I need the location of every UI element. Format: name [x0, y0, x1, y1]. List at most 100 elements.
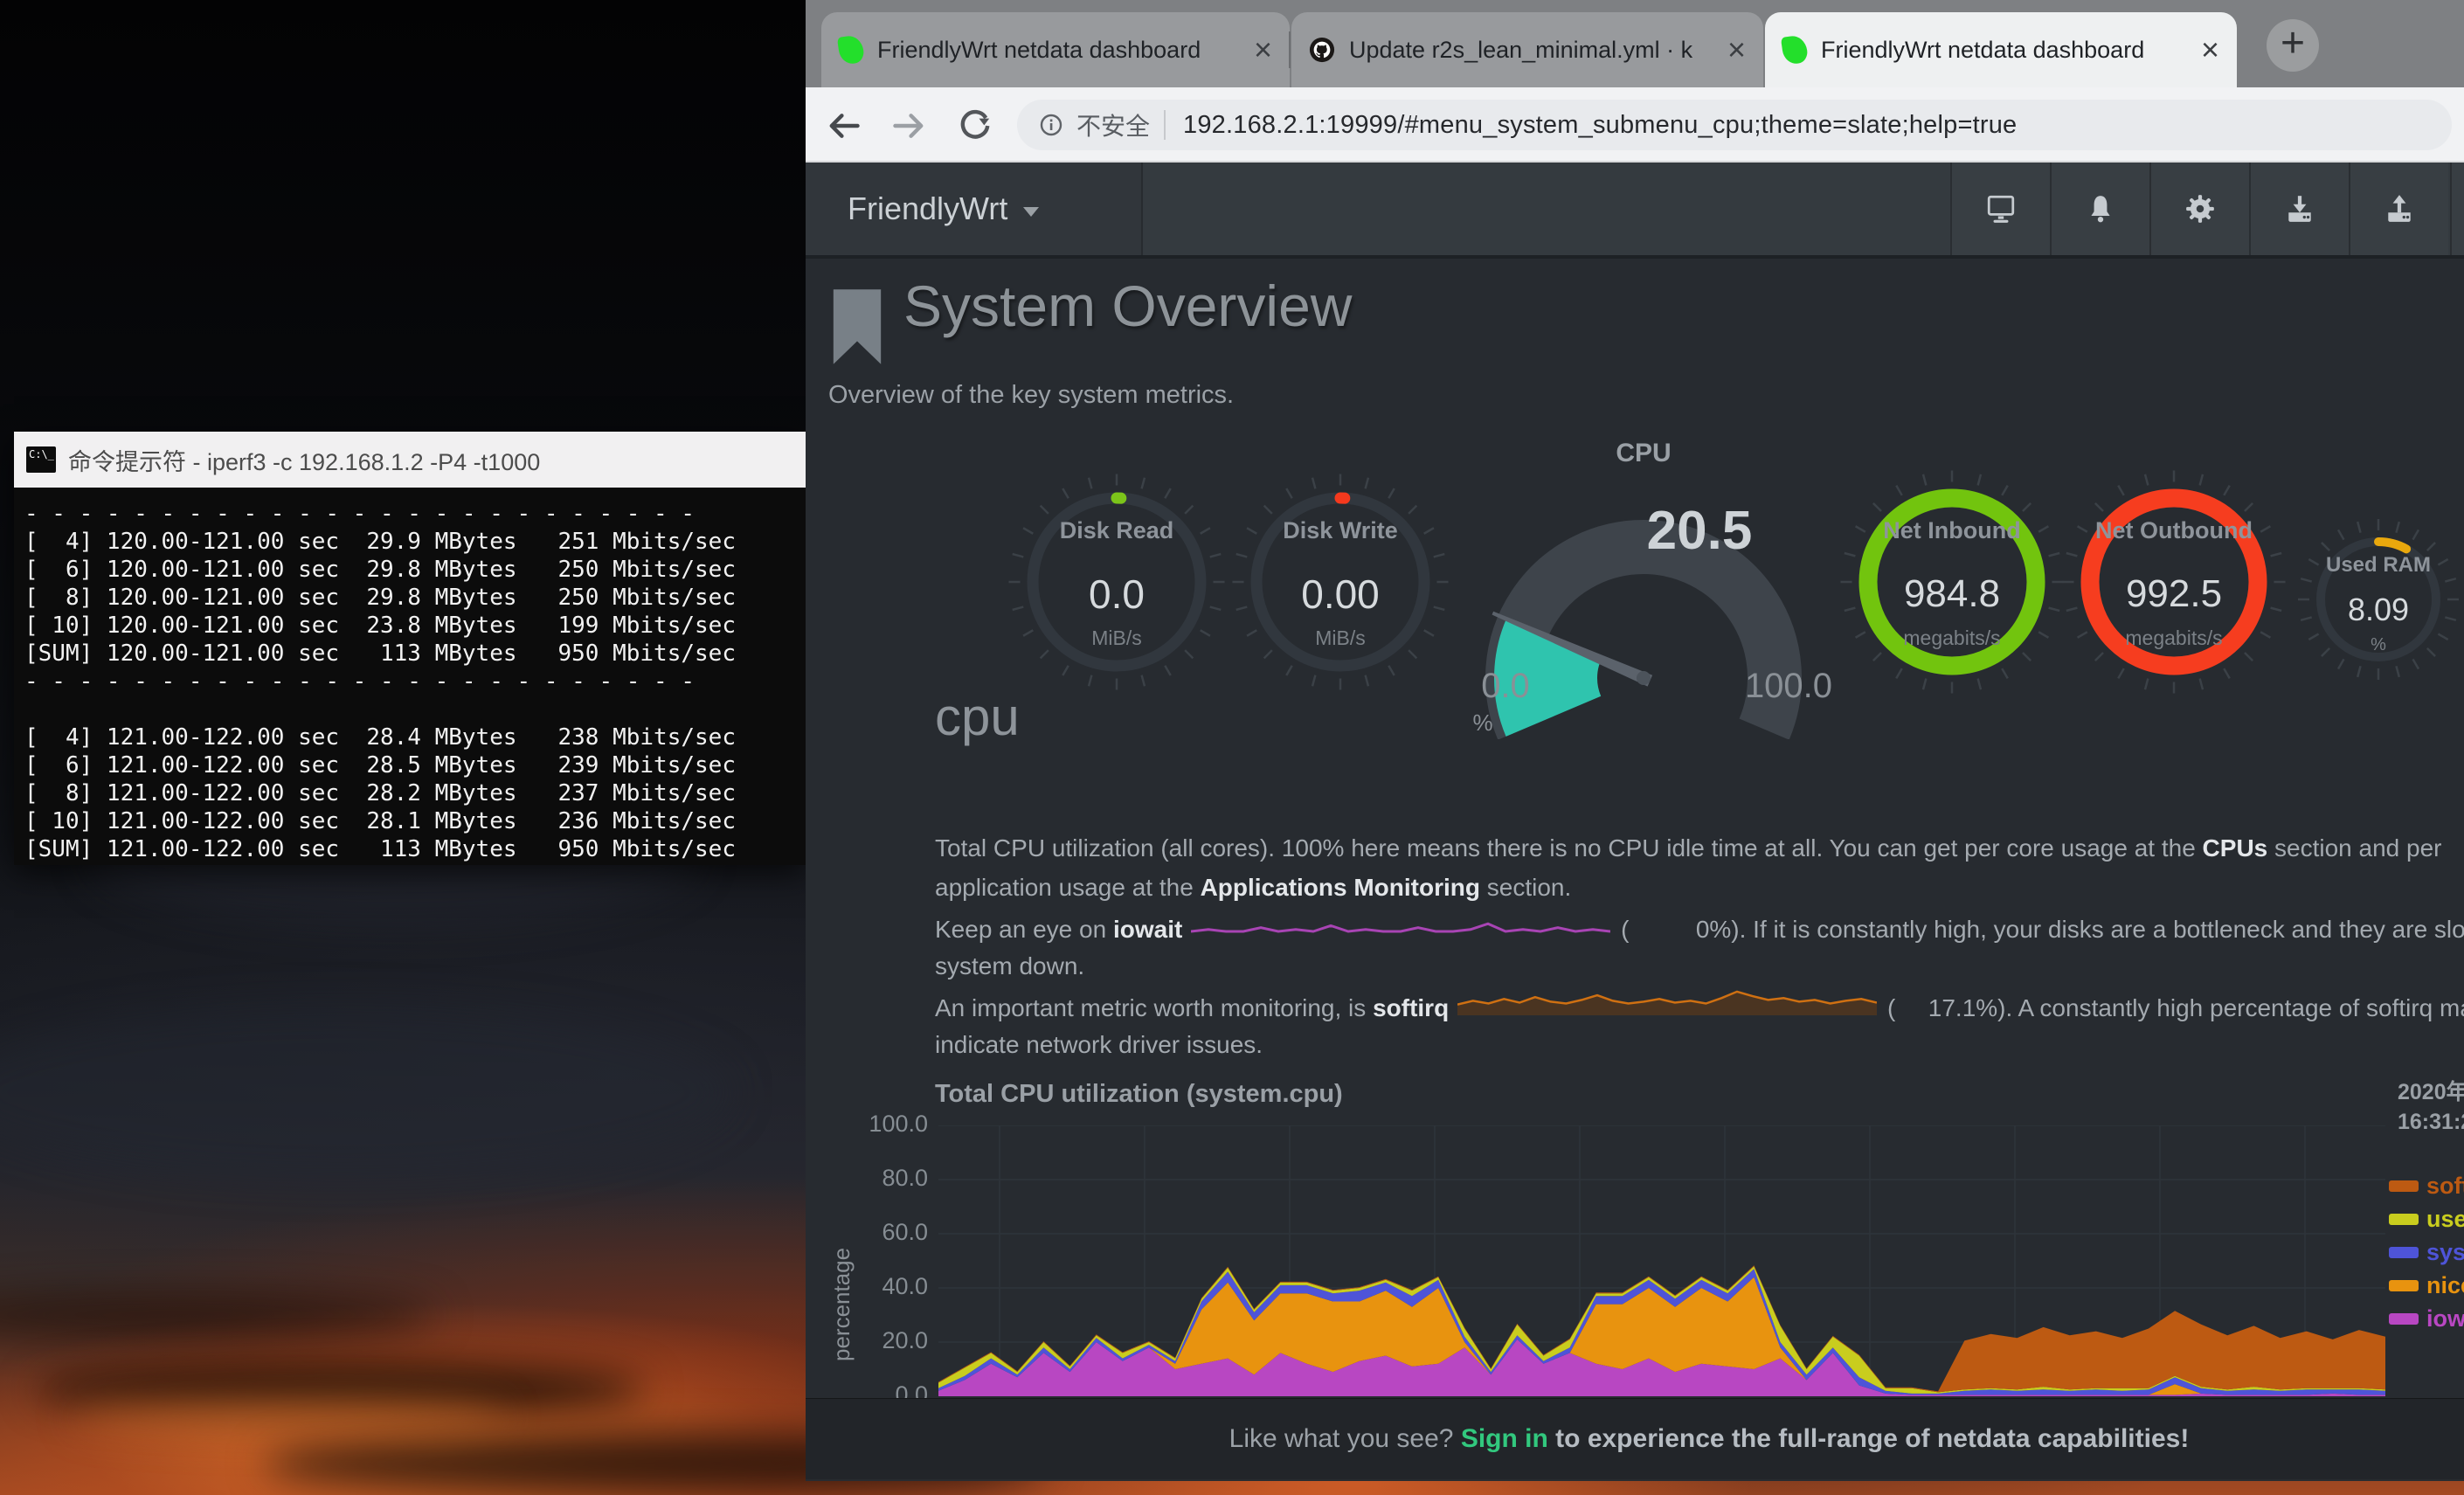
- navbar-button-partial: [2450, 163, 2464, 255]
- banner-text-post: to experience the full-range of netdata …: [1548, 1424, 2190, 1453]
- brand-dropdown[interactable]: FriendlyWrt: [806, 163, 1143, 255]
- netdata-page: FriendlyWrt: [806, 163, 2464, 1481]
- tab-friendlywrt-dashboard-1[interactable]: FriendlyWrt netdata dashboard ×: [821, 12, 1290, 87]
- chart-time: 16:31:25: [2398, 1110, 2464, 1135]
- legend-swatch: [2389, 1180, 2419, 1192]
- legend-item-iowait[interactable]: iowait: [2389, 1302, 2464, 1335]
- download-icon: [2284, 193, 2315, 225]
- svg-text:0.0: 0.0: [1089, 571, 1145, 617]
- svg-text:20.5: 20.5: [1647, 501, 1753, 561]
- upload-icon: [2384, 193, 2415, 225]
- tab-github-update[interactable]: Update r2s_lean_minimal.yml · k ×: [1291, 12, 1763, 87]
- cpu-section-description: Total CPU utilization (all cores). 100% …: [935, 828, 2464, 1064]
- netdata-favicon: [1781, 34, 1809, 66]
- metric-value: 17.1: [1895, 988, 1976, 1028]
- tab-friendlywrt-dashboard-2[interactable]: FriendlyWrt netdata dashboard ×: [1765, 12, 2237, 87]
- keyword: iowait: [1113, 916, 1182, 943]
- text: Total CPU utilization (all cores). 100% …: [935, 834, 2203, 862]
- legend-item-user[interactable]: user: [2389, 1202, 2464, 1235]
- bell-icon: [2085, 193, 2116, 225]
- tab-close-icon[interactable]: ×: [1727, 34, 1746, 66]
- sign-in-link[interactable]: Sign in: [1461, 1424, 1548, 1453]
- text: (: [1614, 916, 1629, 943]
- text: %). If it is constantly high, your disks…: [1709, 916, 2464, 943]
- svg-text:Disk Read: Disk Read: [1060, 517, 1174, 543]
- text: section.: [1480, 874, 1571, 901]
- svg-text:984.8: 984.8: [1904, 572, 2000, 615]
- legend-label: system: [2426, 1239, 2464, 1266]
- cpu-chart[interactable]: [938, 1125, 2385, 1396]
- svg-text:0.00: 0.00: [1301, 571, 1380, 617]
- cloud: [0, 1005, 734, 1180]
- svg-text:100.0: 100.0: [1745, 667, 1832, 705]
- terminal-window[interactable]: C:\_ 命令提示符 - iperf3 -c 192.168.1.2 -P4 -…: [14, 432, 806, 865]
- new-tab-button[interactable]: +: [2267, 19, 2319, 72]
- text: system down.: [935, 952, 1084, 979]
- info-icon[interactable]: [1036, 110, 1066, 140]
- tab-label: FriendlyWrt netdata dashboard: [1821, 37, 2192, 64]
- address-bar[interactable]: 不安全 192.168.2.1:19999/#menu_system_subme…: [1017, 100, 2452, 150]
- desktop: C:\_ 命令提示符 - iperf3 -c 192.168.1.2 -P4 -…: [0, 0, 2464, 1495]
- svg-text:0.0: 0.0: [1481, 667, 1530, 705]
- alarms-button[interactable]: [2050, 163, 2149, 255]
- y-axis-ticks: 100.080.060.040.020.00.0: [841, 1125, 928, 1422]
- page-title: System Overview: [903, 273, 1352, 339]
- y-tick: 100.0: [841, 1111, 928, 1138]
- svg-text:8.09: 8.09: [2348, 592, 2409, 627]
- legend-label: user: [2426, 1206, 2464, 1233]
- keyword: Applications Monitoring: [1201, 874, 1480, 901]
- terminal-output: - - - - - - - - - - - - - - - - - - - - …: [14, 488, 806, 865]
- gauge-disk-read: Disk Read 0.0 MiB/s: [997, 462, 1236, 706]
- y-tick: 80.0: [841, 1165, 928, 1192]
- gauge-net-outbound: Net Outbound992.5megabits/s: [2047, 455, 2301, 713]
- chart-legend: softirq user system niceiowait: [2389, 1169, 2464, 1344]
- legend-swatch: [2389, 1214, 2419, 1225]
- text: section and per: [2267, 834, 2441, 862]
- text: application usage at the: [935, 874, 1201, 901]
- reload-icon[interactable]: [956, 107, 994, 145]
- security-label: 不安全: [1076, 107, 1150, 142]
- svg-text:megabits/s: megabits/s: [1903, 626, 2000, 649]
- monitor-button[interactable]: [1950, 163, 2050, 255]
- legend-swatch: [2389, 1247, 2419, 1258]
- gear-icon: [2184, 193, 2216, 225]
- svg-text:%: %: [1472, 709, 1492, 736]
- softirq-sparkline: [1457, 986, 1877, 1027]
- legend-swatch: [2389, 1313, 2419, 1325]
- chart-title: Total CPU utilization (system.cpu): [935, 1080, 1343, 1109]
- browser-window: FriendlyWrt netdata dashboard × Update r…: [806, 0, 2464, 1481]
- cloud: [0, 1293, 437, 1337]
- y-tick: 20.0: [841, 1327, 928, 1354]
- gauge-used-ram: Used RAM8.09%: [2288, 509, 2464, 695]
- legend-label: softirq: [2426, 1173, 2464, 1200]
- svg-text:Used RAM: Used RAM: [2326, 553, 2431, 577]
- text: %). A constantly high percentage of soft…: [1976, 994, 2464, 1021]
- text: indicate network driver issues.: [935, 1031, 1263, 1058]
- svg-text:Disk Write: Disk Write: [1283, 517, 1398, 543]
- url-text[interactable]: 192.168.2.1:19999/#menu_system_submenu_c…: [1183, 111, 2017, 140]
- text: An important metric worth monitoring, is: [935, 994, 1373, 1021]
- import-snapshot-button[interactable]: [2249, 163, 2349, 255]
- gauge-disk-write: Disk Write0.00MiB/s: [1221, 462, 1460, 706]
- tab-close-icon[interactable]: ×: [2201, 34, 2219, 66]
- keyword: CPUs: [2203, 834, 2268, 862]
- tab-close-icon[interactable]: ×: [1254, 34, 1272, 66]
- svg-text:MiB/s: MiB/s: [1091, 626, 1142, 649]
- legend-item-system[interactable]: system: [2389, 1235, 2464, 1269]
- cmd-icon: C:\_: [26, 446, 56, 473]
- export-snapshot-button[interactable]: [2349, 163, 2448, 255]
- terminal-titlebar[interactable]: C:\_ 命令提示符 - iperf3 -c 192.168.1.2 -P4 -…: [14, 432, 806, 488]
- tab-strip: FriendlyWrt netdata dashboard × Update r…: [806, 0, 2464, 87]
- svg-text:Net Outbound: Net Outbound: [2095, 517, 2253, 543]
- metric-value: 0: [1629, 910, 1709, 949]
- settings-button[interactable]: [2149, 163, 2249, 255]
- legend-item-nice[interactable]: nice: [2389, 1269, 2464, 1302]
- bookmark-icon: [828, 285, 886, 373]
- legend-item-softirq[interactable]: softirq: [2389, 1169, 2464, 1202]
- gauge-cpu: 20.5 0.0 100.0%: [1434, 463, 1853, 744]
- browser-toolbar: 不安全 192.168.2.1:19999/#menu_system_subme…: [806, 87, 2464, 163]
- keyword: softirq: [1373, 994, 1449, 1021]
- back-icon[interactable]: [825, 107, 863, 145]
- forward-icon[interactable]: [889, 107, 928, 145]
- netdata-favicon: [837, 34, 865, 66]
